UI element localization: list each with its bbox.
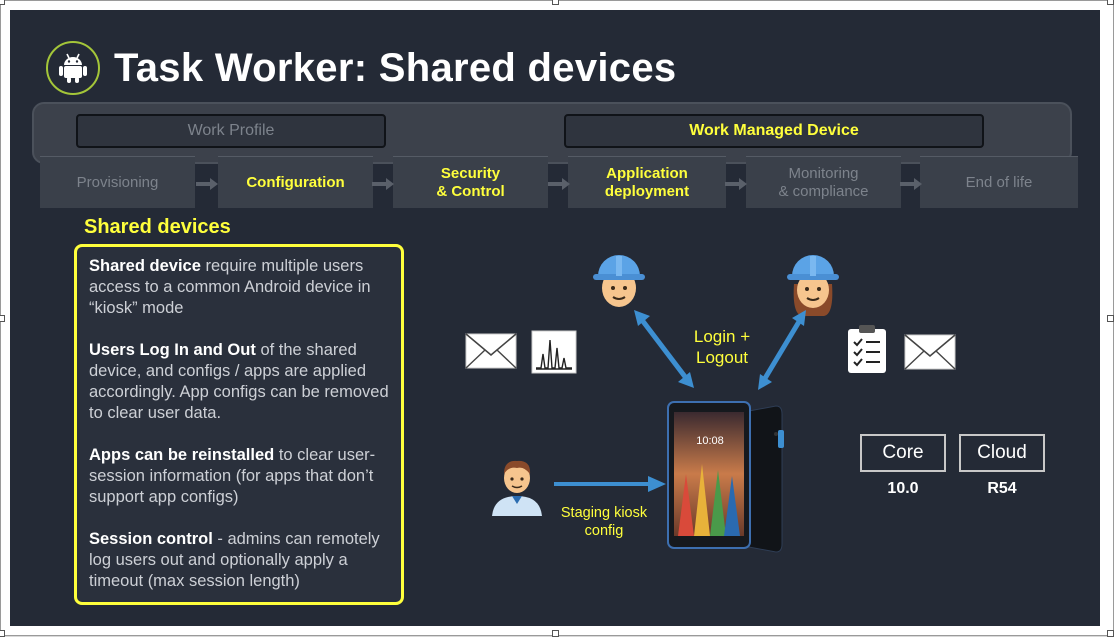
- chart-icon: [531, 330, 577, 374]
- stage-label: End of life: [965, 173, 1033, 191]
- stage-end-of-life[interactable]: End of life: [920, 156, 1078, 208]
- panel-item-bold: Session control: [89, 530, 213, 548]
- title-row: Task Worker: Shared devices: [46, 38, 676, 98]
- stage-label: Application: [606, 164, 688, 182]
- admin-person-icon: [492, 460, 542, 516]
- envelope-icon: [904, 334, 956, 370]
- resize-handle-top-left[interactable]: [0, 0, 5, 5]
- stage-label-line2: deployment: [604, 182, 690, 200]
- cloud-badge: Cloud: [959, 434, 1045, 472]
- core-badge: Core: [860, 434, 946, 472]
- staging-arrow-icon: [554, 476, 666, 492]
- cloud-version: R54: [987, 480, 1017, 497]
- mode-work-managed-device[interactable]: Work Managed Device: [564, 114, 984, 148]
- staging-label: Staging kiosk config: [550, 504, 658, 540]
- stage-label: Monitoring: [788, 164, 859, 182]
- panel-item-bold: Users Log In and Out: [89, 341, 256, 359]
- stage-arrow-icon: [548, 178, 570, 190]
- slide[interactable]: Task Worker: Shared devices Work Profile…: [10, 10, 1100, 626]
- badge-label: Cloud: [977, 442, 1027, 463]
- stage-configuration[interactable]: Configuration: [218, 156, 373, 208]
- staging-label-line2: config: [584, 523, 624, 539]
- core-version: 10.0: [887, 480, 919, 497]
- resize-handle-top[interactable]: [552, 0, 559, 5]
- mode-work-profile[interactable]: Work Profile: [76, 114, 386, 148]
- shared-devices-panel: Shared device require multiple users acc…: [74, 244, 404, 605]
- panel-item: Apps can be reinstalled to clear user-se…: [89, 445, 391, 508]
- tablet-icon: 10:08: [667, 401, 784, 553]
- resize-handle-left[interactable]: [0, 315, 5, 322]
- stage-label-line2: & compliance: [778, 182, 869, 200]
- stage-arrow-icon: [196, 178, 218, 190]
- stage-application-deployment[interactable]: Application deployment: [568, 156, 726, 208]
- clipboard-checklist-icon: [848, 325, 886, 373]
- badge-label: Core: [882, 442, 924, 463]
- stage-arrow-icon: [900, 178, 922, 190]
- staging-label-line1: Staging kiosk: [560, 505, 648, 521]
- stage-provisioning[interactable]: Provisioning: [40, 156, 195, 208]
- panel-item: Users Log In and Out of the shared devic…: [89, 340, 391, 424]
- panel-item-bold: Shared device: [89, 257, 201, 275]
- stage-arrow-icon: [372, 178, 394, 190]
- envelope-icon: [465, 333, 517, 369]
- login-logout-label: Login + Logout: [682, 326, 762, 368]
- stage-label: Security: [440, 164, 501, 182]
- panel-item-bold: Apps can be reinstalled: [89, 446, 275, 464]
- login-label-line2: Logout: [696, 348, 748, 367]
- stage-label: Provisioning: [76, 173, 159, 191]
- slide-title: Task Worker: Shared devices: [114, 45, 677, 90]
- panel-item: Shared device require multiple users acc…: [89, 256, 391, 319]
- stage-label: Configuration: [246, 173, 345, 191]
- resize-handle-right[interactable]: [1107, 315, 1114, 322]
- worker-helmet-icon: [593, 255, 645, 307]
- mode-label: Work Profile: [187, 122, 275, 139]
- login-label-line1: Login +: [693, 327, 751, 346]
- stage-security-control[interactable]: Security & Control: [393, 156, 548, 208]
- android-icon: [46, 41, 100, 95]
- tablet-clock: 10:08: [696, 435, 724, 447]
- stage-label-line2: & Control: [436, 182, 505, 200]
- stage-monitoring-compliance[interactable]: Monitoring & compliance: [746, 156, 901, 208]
- mode-label: Work Managed Device: [689, 122, 859, 139]
- stage-arrow-icon: [725, 178, 747, 190]
- resize-handle-top-right[interactable]: [1107, 0, 1114, 5]
- panel-item: Session control - admins can remotely lo…: [89, 529, 391, 592]
- panel-heading: Shared devices: [84, 216, 231, 238]
